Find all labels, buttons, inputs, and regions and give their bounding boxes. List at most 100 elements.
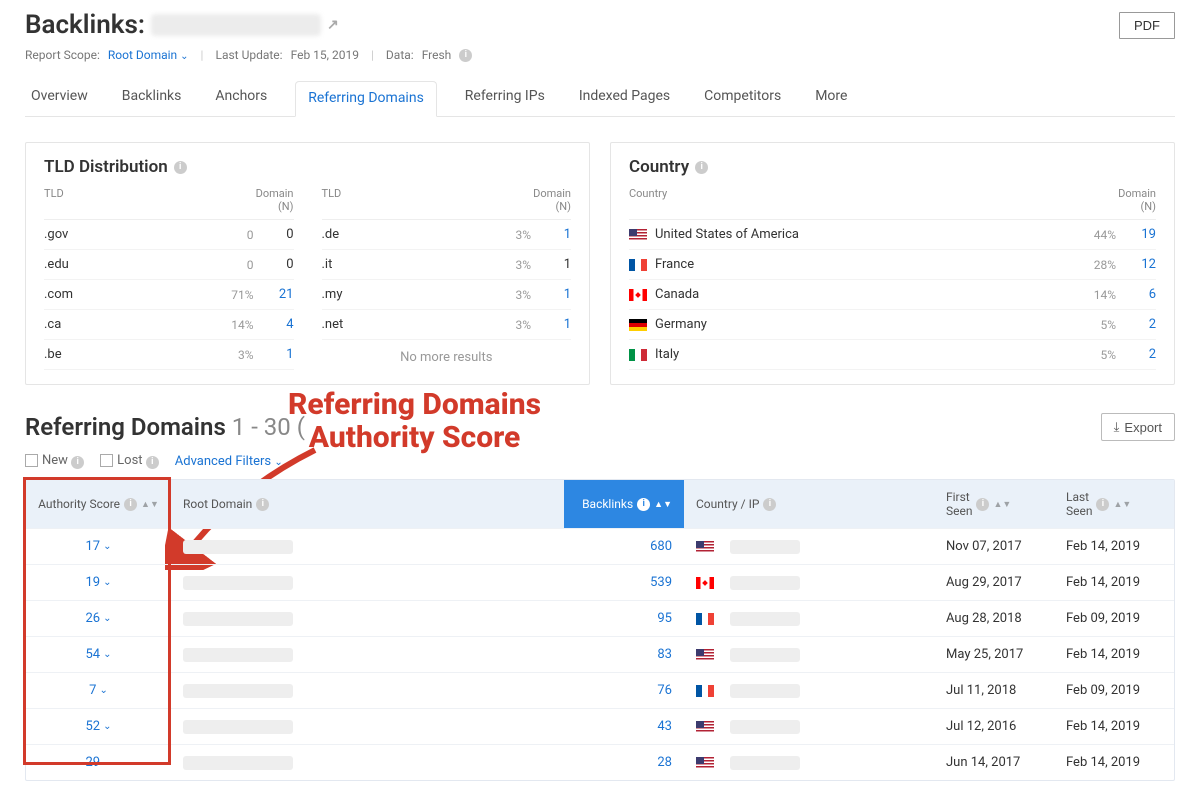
country-ip-cell [684,640,934,670]
export-button[interactable]: ⤓ Export [1101,413,1175,441]
first-seen-cell: Aug 28, 2018 [934,603,1054,634]
backlinks-cell[interactable]: 83 [564,639,684,670]
info-icon[interactable]: i [71,456,84,469]
root-domain-cell[interactable] [171,567,564,598]
tld-name: .net [322,317,486,332]
tab-overview[interactable]: Overview [25,80,94,116]
tld-count: 0 [254,257,294,272]
info-icon[interactable]: i [146,456,159,469]
tld-panel-title: TLD Distribution [44,157,168,177]
backlinks-cell[interactable]: 95 [564,603,684,634]
first-seen-cell: Aug 29, 2017 [934,567,1054,598]
sort-icon: ▲▼ [1113,499,1131,510]
col-last-seen[interactable]: Last Seen i ▲▼ [1054,480,1174,528]
first-seen-cell: Jun 14, 2017 [934,747,1054,778]
country-count[interactable]: 6 [1116,287,1156,302]
advanced-filters[interactable]: Advanced Filters ⌄ [175,454,283,469]
country-row: Canada14%6 [629,280,1156,310]
info-icon: i [637,498,650,511]
col-root-domain[interactable]: Root Domain i [171,480,564,528]
country-name: Italy [629,347,1070,362]
tld-count: 1 [531,257,571,272]
root-domain-cell[interactable] [171,603,564,634]
tab-referring-domains[interactable]: Referring Domains [295,81,437,117]
country-panel-title: Country [629,157,689,177]
table-row: 26 ⌄95Aug 28, 2018Feb 09, 2019 [26,600,1174,636]
tab-competitors[interactable]: Competitors [698,80,787,116]
chevron-down-icon: ⌄ [103,577,111,588]
backlinks-cell[interactable]: 539 [564,567,684,598]
authority-score-cell[interactable]: 19 ⌄ [26,567,171,598]
table-row: 29 ⌄28Jun 14, 2017Feb 14, 2019 [26,744,1174,780]
country-pct: 5% [1070,318,1116,332]
root-domain-cell[interactable] [171,531,564,562]
country-count[interactable]: 2 [1116,317,1156,332]
info-icon[interactable]: i [695,161,708,174]
pdf-button[interactable]: PDF [1119,12,1175,39]
authority-score-cell[interactable]: 26 ⌄ [26,603,171,634]
authority-score-cell[interactable]: 54 ⌄ [26,639,171,670]
tld-pct: 3% [485,288,531,302]
col-backlinks[interactable]: Backlinks i ▲▼ [564,480,684,528]
chevron-down-icon: ⌄ [103,541,111,552]
flag-icon [629,229,647,241]
country-count[interactable]: 2 [1116,347,1156,362]
root-domain-cell[interactable] [171,675,564,706]
chevron-down-icon: ⌄ [99,685,107,696]
tld-row: .de3%1 [322,220,572,250]
tab-more[interactable]: More [809,80,853,116]
no-more-results: No more results [322,340,572,367]
tab-referring-ips[interactable]: Referring IPs [459,80,551,116]
root-domain-cell[interactable] [171,747,564,778]
country-count[interactable]: 12 [1116,257,1156,272]
tld-count[interactable]: 21 [254,287,294,302]
tld-name: .edu [44,257,208,272]
chevron-down-icon: ⌄ [180,51,188,62]
root-domain-cell[interactable] [171,639,564,670]
tab-anchors[interactable]: Anchors [209,80,273,116]
authority-score-cell[interactable]: 7 ⌄ [26,675,171,706]
tld-name: .gov [44,227,208,242]
tld-count[interactable]: 1 [531,317,571,332]
info-icon[interactable]: i [459,49,472,62]
col-first-seen[interactable]: First Seen i ▲▼ [934,480,1054,528]
tld-head: TLD [322,187,486,213]
tld-count[interactable]: 1 [531,287,571,302]
scope-label: Report Scope: [25,48,100,62]
tld-pct: 71% [208,288,254,302]
root-domain-cell[interactable] [171,711,564,742]
country-pct: 28% [1070,258,1116,272]
backlinks-cell[interactable]: 28 [564,747,684,778]
col-authority-score[interactable]: Authority Score i ▲▼ [26,480,171,528]
backlinks-cell[interactable]: 680 [564,531,684,562]
external-link-icon[interactable]: ↗ [327,17,339,33]
scope-dropdown[interactable]: Root Domain ⌄ [108,48,189,62]
first-seen-cell: Jul 11, 2018 [934,675,1054,706]
backlinks-cell[interactable]: 43 [564,711,684,742]
country-count[interactable]: 19 [1116,227,1156,242]
flag-icon [696,721,714,733]
tld-head: TLD [44,187,208,213]
info-icon: i [256,498,269,511]
country-ip-cell [684,604,934,634]
tld-count[interactable]: 4 [254,317,294,332]
lost-checkbox[interactable]: Lost i [100,453,159,469]
tab-backlinks[interactable]: Backlinks [116,80,188,116]
authority-score-cell[interactable]: 52 ⌄ [26,711,171,742]
authority-score-cell[interactable]: 17 ⌄ [26,531,171,562]
tab-indexed-pages[interactable]: Indexed Pages [573,80,676,116]
flag-icon [696,613,714,625]
authority-score-cell[interactable]: 29 ⌄ [26,747,171,778]
col-country-ip[interactable]: Country / IP i [684,480,934,528]
info-icon: i [124,498,137,511]
info-icon[interactable]: i [174,161,187,174]
tld-name: .ca [44,317,208,332]
last-seen-cell: Feb 14, 2019 [1054,639,1174,670]
flag-icon [629,349,647,361]
first-seen-cell: May 25, 2017 [934,639,1054,670]
tld-row: .com71%21 [44,280,294,310]
tld-count[interactable]: 1 [254,347,294,362]
new-checkbox[interactable]: New i [25,453,84,469]
tld-count[interactable]: 1 [531,227,571,242]
backlinks-cell[interactable]: 76 [564,675,684,706]
